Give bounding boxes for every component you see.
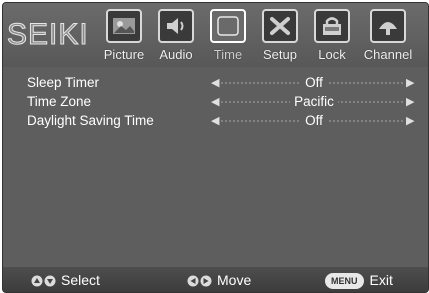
- up-down-arrows-icon: [31, 275, 56, 287]
- arrow-right-icon[interactable]: ▶: [406, 112, 414, 130]
- audio-icon: [158, 9, 194, 43]
- hint-move: Move: [187, 270, 251, 290]
- hint-label: Move: [217, 272, 252, 288]
- time-icon: [210, 9, 246, 43]
- setting-label: Time Zone: [27, 94, 92, 109]
- arrow-right-icon[interactable]: ▶: [406, 93, 414, 111]
- arrow-left-icon[interactable]: ◀: [211, 112, 219, 130]
- arrow-left-icon[interactable]: ◀: [211, 74, 219, 92]
- settings-list: Sleep Timer ◀ Off ▶ Time Zone ◀ Pacific …: [3, 67, 428, 267]
- setting-label: Sleep Timer: [27, 75, 100, 90]
- hint-select: Select: [31, 270, 100, 290]
- arrow-right-icon[interactable]: ▶: [406, 74, 414, 92]
- button-hints-bar: Select Move MENU Exit: [3, 267, 428, 292]
- tab-channel[interactable]: Channel: [360, 7, 416, 65]
- channel-icon: [370, 9, 406, 43]
- lock-icon: [314, 9, 350, 43]
- arrow-left-icon[interactable]: ◀: [211, 93, 219, 111]
- tab-label: Lock: [318, 47, 346, 62]
- hint-exit: MENU Exit: [325, 270, 393, 290]
- setting-sleep-timer[interactable]: Sleep Timer ◀ Off ▶: [3, 74, 428, 92]
- setting-time-zone[interactable]: Time Zone ◀ Pacific ▶: [3, 93, 428, 111]
- menu-header: SEIKI Picture Audio Time Setup Lock Chan…: [3, 3, 428, 67]
- setup-icon: [262, 9, 298, 43]
- tab-label: Channel: [363, 47, 413, 62]
- tv-menu-screen: SEIKI Picture Audio Time Setup Lock Chan…: [2, 2, 429, 293]
- brand-logo: SEIKI: [7, 18, 89, 51]
- setting-daylight-saving-time[interactable]: Daylight Saving Time ◀ Off ▶: [3, 112, 428, 130]
- hint-label: Select: [61, 272, 100, 288]
- setting-value: Off: [223, 74, 405, 92]
- setting-value: Pacific: [223, 93, 405, 111]
- menu-tabs: Picture Audio Time Setup Lock Channel: [96, 7, 426, 65]
- hint-label: Exit: [369, 272, 393, 288]
- setting-label: Daylight Saving Time: [27, 113, 154, 128]
- menu-key-icon: MENU: [325, 273, 364, 290]
- left-right-arrows-icon: [187, 275, 212, 287]
- setting-value: Off: [223, 112, 405, 130]
- tab-lock[interactable]: Lock: [304, 7, 360, 65]
- picture-icon: [106, 9, 142, 43]
